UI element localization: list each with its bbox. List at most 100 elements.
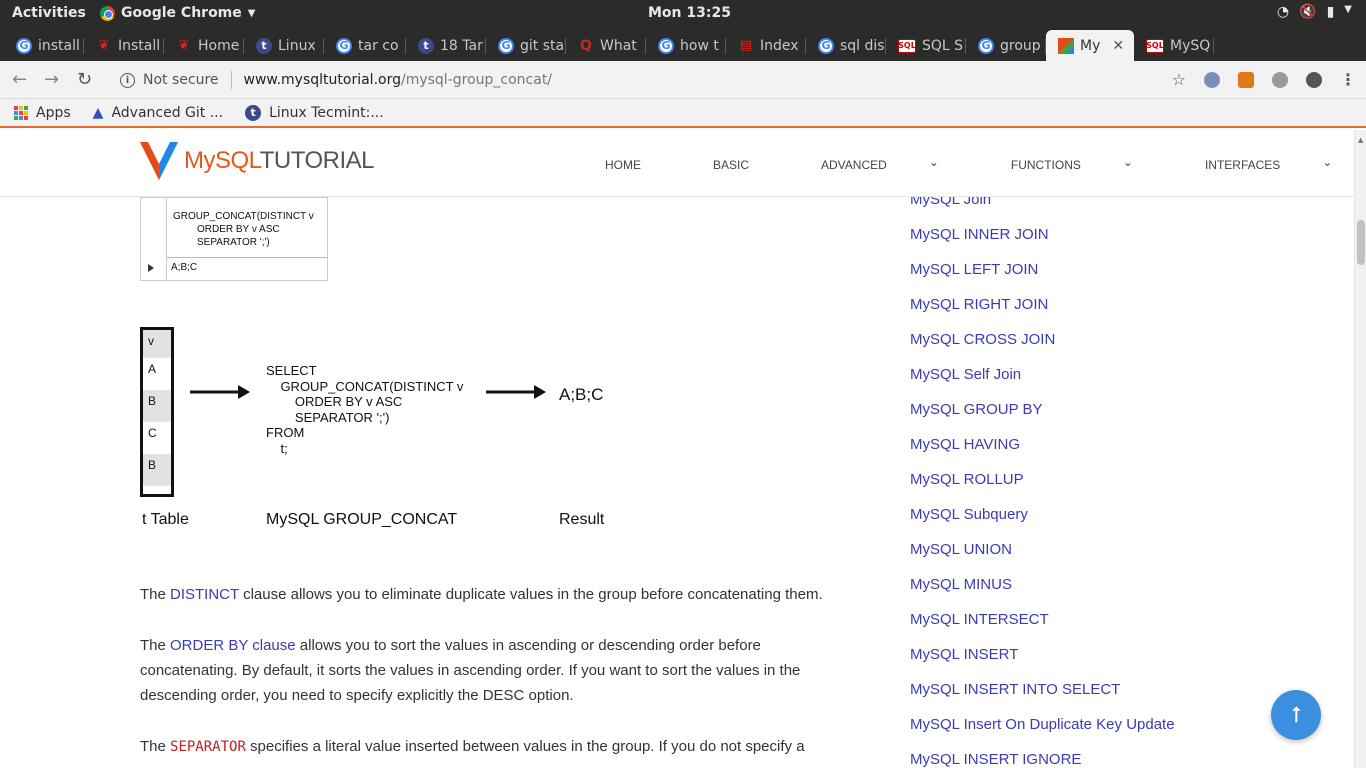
bookmark-star-icon[interactable]: ☆ <box>1172 70 1186 89</box>
nav-item-functions[interactable]: FUNCTIONS ⌄ <box>1010 155 1169 172</box>
logo-text: MySQLTUTORIAL <box>184 147 374 174</box>
browser-tab[interactable]: ❦ Install <box>84 30 164 61</box>
browser-tab[interactable]: ▤ Index <box>726 30 806 61</box>
chevron-down-icon[interactable]: ▼ <box>1344 4 1352 20</box>
paragraph-distinct: The DISTINCT clause allows you to elimin… <box>140 586 823 603</box>
nav-item-home[interactable]: HOME <box>605 158 677 172</box>
profile-avatar-icon[interactable] <box>1306 71 1322 88</box>
browser-tab[interactable]: Gtar co <box>324 30 406 61</box>
scroll-up-icon[interactable]: ▲ <box>1358 136 1363 144</box>
tab-label: My <box>1080 37 1101 54</box>
result-label: Result <box>559 511 605 528</box>
volume-icon[interactable]: 🔇 <box>1299 4 1316 20</box>
sidebar-link[interactable]: MySQL Insert On Duplicate Key Update <box>910 707 1250 742</box>
browser-tab[interactable]: ❦ Home <box>164 30 244 61</box>
sidebar-link[interactable]: MySQL INNER JOIN <box>910 217 1250 252</box>
close-tab-icon[interactable]: ✕ <box>1112 38 1124 54</box>
tab-label: Home <box>198 37 240 54</box>
grid-gutter <box>141 198 167 282</box>
page-scrollbar[interactable]: ▲ <box>1354 130 1366 768</box>
app-menu[interactable]: Google Chrome ▼ <box>100 5 255 21</box>
browser-tab[interactable]: t Linux <box>244 30 324 61</box>
bookmark-apps[interactable]: Apps <box>14 105 71 121</box>
distinct-link[interactable]: DISTINCT <box>170 586 239 603</box>
sidebar-link[interactable]: MySQL INSERT <box>910 637 1250 672</box>
result-value: A;B;C <box>559 385 604 404</box>
browser-tab[interactable]: Ghow t <box>646 30 726 61</box>
redhat-icon: ❦ <box>178 38 190 53</box>
sidebar-link[interactable]: MySQL MINUS <box>910 567 1250 602</box>
sidebar-link[interactable]: MySQL Subquery <box>910 497 1250 532</box>
browser-toolbar: ← → ↻ i Not secure www.mysqltutorial.org… <box>0 61 1366 99</box>
metamask-icon[interactable] <box>1238 71 1254 88</box>
sidebar-link[interactable]: MySQL ROLLUP <box>910 462 1250 497</box>
url-host[interactable]: www.mysqltutorial.org <box>244 72 401 88</box>
chevron-down-icon: ⌄ <box>1322 155 1333 169</box>
group-concat-diagram: vABCB SELECT GROUP_CONCAT(DISTINCT v ORD… <box>140 327 660 537</box>
nav-label: ADVANCED <box>821 158 887 172</box>
address-bar[interactable]: i Not secure www.mysqltutorial.org/mysql… <box>108 65 1188 95</box>
reload-button[interactable]: ↻ <box>77 69 92 90</box>
apps-grid-icon <box>14 105 28 120</box>
chevron-down-icon: ⌄ <box>928 155 939 169</box>
extension-icon[interactable] <box>1272 71 1288 88</box>
browser-tab[interactable]: Ginstall <box>4 30 84 61</box>
activities-button[interactable]: Activities <box>12 5 86 21</box>
menu-kebab-icon[interactable]: ⋮ <box>1340 70 1356 89</box>
grid-header-line: GROUP_CONCAT(DISTINCT v <box>173 211 314 222</box>
back-to-top-button[interactable]: ⭡ <box>1271 690 1321 740</box>
browser-tab[interactable]: t 18 Tar <box>406 30 486 61</box>
sidebar-link[interactable]: MySQL Self Join <box>910 357 1250 392</box>
tab-label: 18 Tar <box>440 37 483 54</box>
sidebar-link[interactable]: MySQL UNION <box>910 532 1250 567</box>
url-path[interactable]: /mysql-group_concat/ <box>401 72 552 88</box>
sidebar-link[interactable]: MySQL LEFT JOIN <box>910 252 1250 287</box>
tab-label: MySQ <box>1170 37 1211 54</box>
site-logo[interactable]: MySQLTUTORIAL <box>140 142 374 180</box>
google-icon: G <box>16 37 32 54</box>
bookmark-advanced-git[interactable]: ▲ Advanced Git ... <box>93 105 223 121</box>
wifi-icon[interactable]: ◔ <box>1277 4 1289 20</box>
chevron-down-icon: ⌄ <box>1122 155 1133 169</box>
sidebar-link[interactable]: MySQL CROSS JOIN <box>910 322 1250 357</box>
back-button[interactable]: ← <box>12 69 27 90</box>
nav-item-interfaces[interactable]: INTERFACES ⌄ <box>1205 155 1354 172</box>
order-by-link[interactable]: ORDER BY clause <box>170 637 296 654</box>
system-tray[interactable]: ◔ 🔇 ▮ ▼ <box>1277 4 1352 20</box>
clock[interactable]: Mon 13:25 <box>648 5 731 21</box>
sidebar-link[interactable]: MySQL GROUP BY <box>910 392 1250 427</box>
bookmark-linux-tecmint[interactable]: t Linux Tecmint:... <box>245 104 384 121</box>
browser-tab[interactable]: SQL SQL S <box>886 30 966 61</box>
security-label[interactable]: Not secure <box>143 72 219 88</box>
tab-label: SQL S <box>922 37 964 54</box>
nav-label: FUNCTIONS <box>1010 158 1081 172</box>
nav-item-advanced[interactable]: ADVANCED ⌄ <box>821 155 975 172</box>
scrollbar-thumb[interactable] <box>1357 220 1365 265</box>
browser-tab[interactable]: My ✕ <box>1046 30 1134 61</box>
tecmint-icon: t <box>418 37 434 54</box>
sidebar-link[interactable]: MySQL INSERT IGNORE <box>910 742 1250 768</box>
sidebar-link[interactable]: MySQL RIGHT JOIN <box>910 287 1250 322</box>
browser-tab[interactable]: Ggroup <box>966 30 1046 61</box>
book-icon: ▤ <box>739 38 753 53</box>
battery-icon[interactable]: ▮ <box>1327 4 1335 20</box>
row-pointer-icon <box>148 264 154 272</box>
browser-tab[interactable]: Gsql dis <box>806 30 886 61</box>
nav-item-basic[interactable]: BASIC <box>713 158 785 172</box>
sql-icon: SQL <box>1146 38 1164 53</box>
browser-tab[interactable]: Ggit sta <box>486 30 566 61</box>
sidebar-link[interactable]: MySQL HAVING <box>910 427 1250 462</box>
mysqltutorial-logo-icon <box>140 142 178 180</box>
table-header-cell: v <box>143 330 171 358</box>
tab-label: how t <box>680 37 719 54</box>
sidebar-link[interactable]: MySQL INSERT INTO SELECT <box>910 672 1250 707</box>
arrow-right-icon <box>486 385 546 399</box>
tab-label: git sta <box>520 37 565 54</box>
triangle-icon: ▲ <box>92 104 104 121</box>
info-icon[interactable]: i <box>120 72 135 88</box>
sidebar-link[interactable]: MySQL INTERSECT <box>910 602 1250 637</box>
browser-tab[interactable]: Q What <box>566 30 646 61</box>
browser-tab[interactable]: SQL MySQ <box>1134 30 1214 61</box>
extension-icon[interactable] <box>1204 71 1220 88</box>
forward-button[interactable]: → <box>44 69 59 90</box>
